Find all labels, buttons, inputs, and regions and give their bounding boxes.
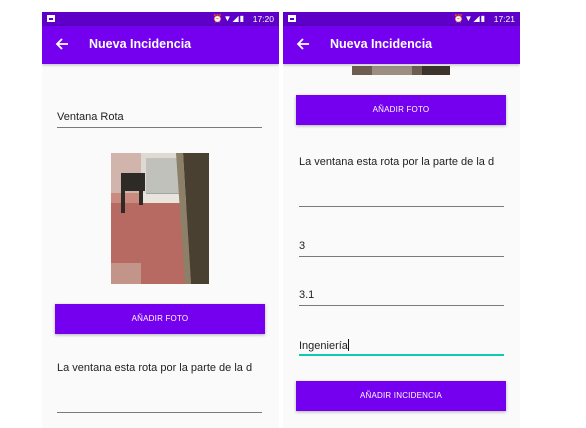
add-photo-button[interactable]: AÑADIR FOTO bbox=[296, 95, 506, 125]
back-arrow-icon[interactable] bbox=[295, 36, 311, 52]
status-icons: ⏰▼◢▮ bbox=[212, 14, 245, 23]
phone-screen-left: ⏰▼◢▮ 17:20 Nueva Incidencia Ventana Rota… bbox=[42, 12, 279, 428]
title-field[interactable]: Ventana Rota bbox=[57, 111, 262, 128]
add-incident-button[interactable]: AÑADIR INCIDENCIA bbox=[296, 381, 506, 411]
back-arrow-icon[interactable] bbox=[54, 36, 70, 52]
status-bar: ⏰▼◢▮ 17:20 bbox=[42, 12, 279, 26]
text-caret bbox=[347, 339, 349, 351]
field-4[interactable]: 3.1 bbox=[299, 289, 504, 306]
incident-photo-scrolled bbox=[352, 64, 450, 75]
phone-screen-right: ⏰▼◢▮ 17:21 Nueva Incidencia AÑADIR FOTO … bbox=[283, 12, 520, 428]
description-field[interactable]: La ventana esta rota por la parte de la … bbox=[57, 362, 262, 413]
app-bar: Nueva Incidencia bbox=[283, 26, 520, 64]
description-field[interactable]: La ventana esta rota por la parte de la … bbox=[299, 156, 504, 207]
status-time: 17:21 bbox=[493, 14, 515, 24]
status-bar: ⏰▼◢▮ 17:21 bbox=[283, 12, 520, 26]
add-photo-button[interactable]: AÑADIR FOTO bbox=[55, 304, 265, 334]
photo-icon bbox=[47, 15, 55, 22]
page-title: Nueva Incidencia bbox=[330, 37, 433, 51]
photo-icon bbox=[288, 15, 296, 22]
field-5-value: Ingeniería bbox=[299, 340, 348, 352]
field-5[interactable]: Ingeniería bbox=[299, 339, 504, 356]
app-bar: Nueva Incidencia bbox=[42, 26, 279, 64]
status-icons: ⏰▼◢▮ bbox=[453, 14, 486, 23]
field-3[interactable]: 3 bbox=[299, 240, 504, 257]
incident-photo bbox=[111, 153, 209, 284]
status-time: 17:20 bbox=[252, 14, 274, 24]
page-title: Nueva Incidencia bbox=[89, 37, 192, 51]
